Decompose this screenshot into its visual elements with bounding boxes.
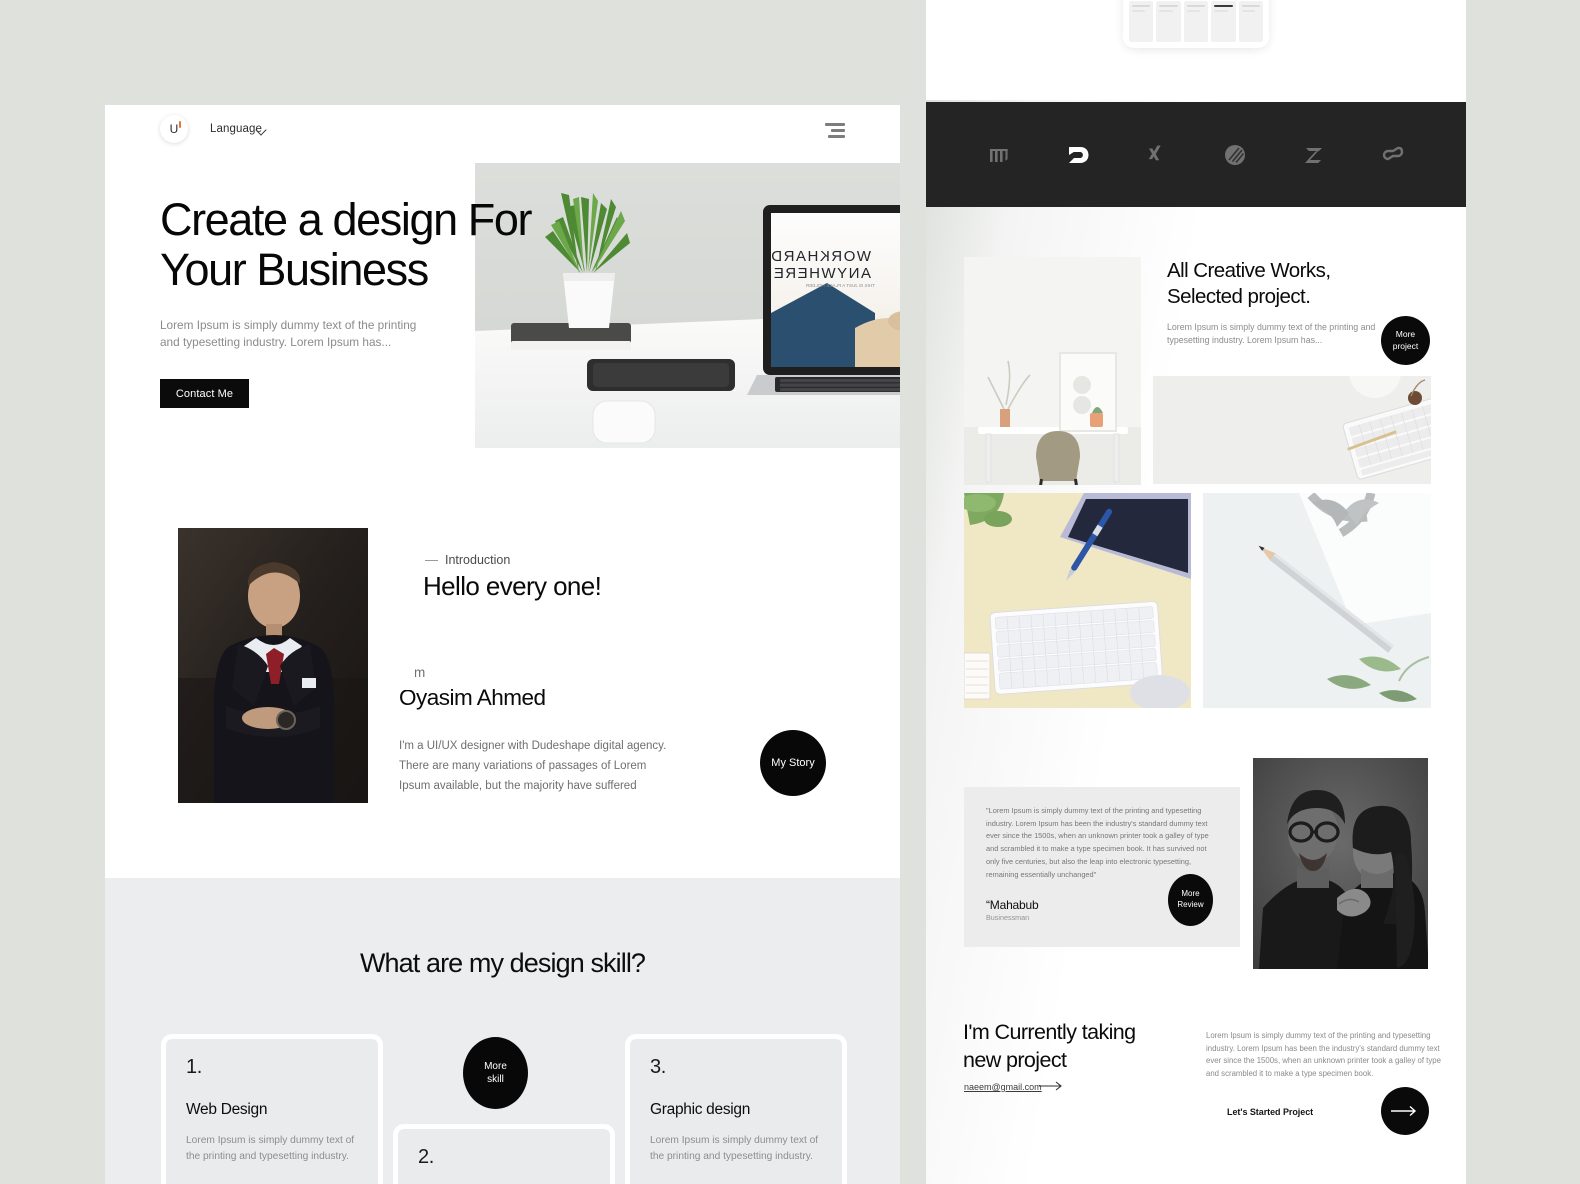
arrow-right-icon — [1039, 1081, 1062, 1091]
keyboard-flatlay-illustration — [1153, 376, 1431, 484]
eyebrow-dash-icon — [425, 559, 438, 561]
gallery-image — [1153, 376, 1431, 484]
contact-email-link[interactable]: naeem@gmail.com — [964, 1082, 1042, 1092]
couple-portrait-illustration — [1253, 758, 1428, 969]
hero-title-line2: Your Business — [160, 243, 429, 295]
hamburger-line — [825, 123, 845, 126]
mockup-grid — [1129, 0, 1263, 42]
xing-logo-icon[interactable] — [1142, 140, 1172, 170]
cta-title-line2: new project — [963, 1047, 1067, 1072]
skill-description: Lorem Ipsum is simply dummy text of the … — [186, 1135, 355, 1162]
cta-description: Lorem Ipsum is simply dummy text of the … — [1206, 1031, 1441, 1078]
mockup-cell — [1156, 1, 1181, 42]
language-selector[interactable]: Language — [210, 123, 262, 135]
contact-me-button[interactable]: Contact Me — [160, 379, 249, 408]
testimonial-photo — [1253, 758, 1428, 969]
hamburger-icon[interactable] — [825, 123, 845, 141]
gallery-image — [964, 493, 1191, 708]
brand-logo-text: U — [169, 122, 179, 136]
start-project-label: Let's Started Project — [1227, 1107, 1314, 1117]
testimonial-author: “Mahabub — [986, 898, 1039, 912]
mockup-cell — [1129, 1, 1154, 42]
squarespace-logo-icon[interactable] — [1378, 140, 1408, 170]
svg-text:ANYWHERE: ANYWHERE — [772, 265, 871, 282]
mockup-cell — [1183, 1, 1209, 42]
hero-title: Create a design For Your Business — [160, 195, 720, 295]
more-project-button[interactable]: More project — [1381, 316, 1430, 365]
cta-title-line1: I'm Currently taking — [963, 1020, 1136, 1044]
skill-title: Graphic design — [650, 1101, 751, 1118]
left-page-preview: U Language WORKHARD ANYWHERE THIS IS JUS… — [105, 105, 900, 1184]
white-desk-illustration — [964, 257, 1141, 485]
skill-card[interactable]: 3. Graphic design Lorem Ipsum is simply … — [625, 1034, 847, 1184]
skill-description: Lorem Ipsum is simply dummy text of the … — [650, 1135, 819, 1162]
zeplin-z-logo-icon[interactable] — [1299, 140, 1329, 170]
person-name: Oyasim Ahmed — [399, 685, 546, 710]
hero-title-line1: Create a design For — [160, 194, 533, 245]
yellow-desk-keyboard-illustration — [964, 493, 1191, 708]
gallery-image — [964, 257, 1141, 485]
skill-card[interactable]: 1. Web Design Lorem Ipsum is simply dumm… — [161, 1034, 383, 1184]
more-review-label: More Review — [1177, 889, 1204, 909]
right-page-preview: All Creative Works, Selected project. Lo… — [926, 0, 1466, 1184]
introduction-eyebrow-text: Introduction — [445, 553, 511, 567]
mockup-thumbnail-card — [1123, 0, 1269, 48]
start-project-button[interactable] — [1381, 1087, 1429, 1135]
works-title: All Creative Works, Selected project. — [1167, 258, 1447, 310]
screenshot-canvas: U Language WORKHARD ANYWHERE THIS IS JUS… — [0, 0, 1580, 1184]
testimonial-quote: "Lorem Ipsum is simply dummy text of the… — [986, 806, 1209, 879]
more-skill-label: More skill — [484, 1060, 507, 1086]
skill-title: Web Design — [186, 1101, 268, 1118]
mockup-cell — [1238, 1, 1263, 42]
brand-accent-dot — [179, 121, 181, 128]
introduction-heading: Hello every one! — [423, 571, 602, 601]
skills-heading: What are my design skill? — [359, 948, 646, 978]
more-review-button[interactable]: More Review — [1168, 874, 1213, 926]
works-description: Lorem Ipsum is simply dummy text of the … — [1167, 322, 1376, 346]
gallery-image — [1203, 493, 1431, 708]
my-story-button[interactable]: My Story — [760, 730, 826, 796]
svg-text:WORKHARD: WORKHARD — [770, 248, 871, 265]
works-title-line1: All Creative Works, — [1167, 259, 1331, 282]
introduction-eyebrow: Introduction — [425, 553, 510, 567]
skill-card[interactable]: 2. — [393, 1124, 615, 1184]
more-project-label: More project — [1392, 329, 1419, 351]
skill-number: 2. — [418, 1146, 434, 1168]
hamburger-line — [828, 135, 845, 138]
person-bio: I'm a UI/UX designer with Dudeshape digi… — [399, 740, 667, 792]
svg-text:THIS IS JUST A PLACE HOLDER: THIS IS JUST A PLACE HOLDER — [805, 283, 875, 288]
testimonial-role: Businessman — [986, 913, 1030, 922]
hero-subtitle: Lorem Ipsum is simply dummy text of the … — [160, 318, 417, 350]
more-skill-button[interactable]: More skill — [463, 1037, 528, 1109]
dribbble-d-logo-icon[interactable] — [1063, 140, 1093, 170]
portrait-illustration — [178, 528, 368, 803]
brand-logo[interactable]: U — [160, 115, 188, 143]
medium-logo-icon[interactable] — [984, 140, 1014, 170]
cta-title: I'm Currently taking new project — [963, 1019, 1213, 1074]
circle-slash-logo-icon[interactable] — [1220, 140, 1250, 170]
skill-number: 3. — [650, 1056, 666, 1078]
skill-number: 1. — [186, 1056, 202, 1078]
pencil-gift-ribbon-illustration — [1203, 493, 1431, 708]
arrow-right-circle-icon — [1391, 1105, 1417, 1117]
hamburger-line — [831, 129, 845, 132]
portrait-photo — [178, 528, 368, 803]
works-title-line2: Selected project. — [1167, 285, 1311, 309]
mockup-cell — [1211, 1, 1236, 42]
social-icon-bar — [926, 102, 1466, 207]
